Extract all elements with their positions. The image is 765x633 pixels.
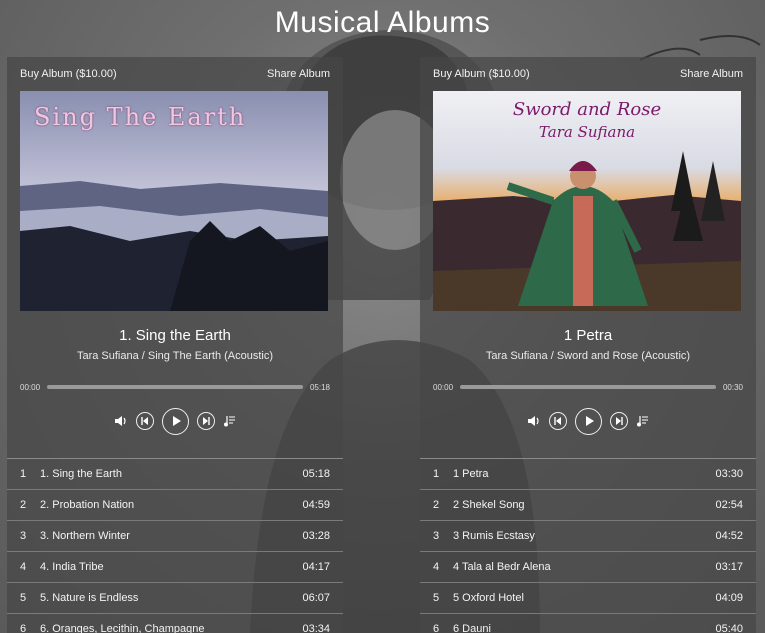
track-row[interactable]: 5 5 Oxford Hotel 04:09 (420, 583, 756, 614)
album-cover: Sing The Earth (20, 91, 328, 311)
previous-track-button[interactable] (549, 412, 567, 430)
track-duration: 04:52 (715, 530, 743, 542)
progress-bar[interactable] (460, 385, 716, 389)
track-row[interactable]: 3 3 Rumis Ecstasy 04:52 (420, 521, 756, 552)
track-row[interactable]: 1 1. Sing the Earth 05:18 (7, 459, 343, 490)
track-name: 2. Probation Nation (40, 499, 135, 511)
time-total: 00:30 (722, 382, 743, 392)
share-album-button[interactable]: Share Album (267, 68, 330, 80)
track-number: 5 (20, 592, 27, 604)
track-number: 6 (20, 623, 27, 633)
now-playing-subtitle: Tara Sufiana / Sword and Rose (Acoustic) (485, 350, 691, 362)
now-playing-title: 1. Sing the Earth (119, 327, 231, 344)
album-cover: Sword and Rose Tara Sufiana (433, 91, 741, 311)
track-duration: 04:17 (302, 561, 330, 573)
track-name: 4 Tala al Bedr Alena (453, 561, 551, 573)
cover-artist-text: Tara Sufiana (538, 123, 636, 141)
track-duration: 04:59 (302, 499, 330, 511)
track-name: 2 Shekel Song (453, 499, 525, 511)
track-duration: 04:09 (715, 592, 743, 604)
track-name: 6. Oranges, Lecithin, Champagne (40, 623, 205, 633)
album-player-sword-and-rose: Buy Album ($10.00) Share Album Sword and… (420, 57, 756, 633)
track-name: 3 Rumis Ecstasy (453, 530, 535, 542)
track-row[interactable]: 4 4 Tala al Bedr Alena 03:17 (420, 552, 756, 583)
time-total: 05:18 (309, 382, 330, 392)
now-playing-title: 1 Petra (563, 327, 613, 344)
track-number: 1 (20, 468, 27, 480)
track-name: 5. Nature is Endless (40, 592, 139, 604)
cover-title-text: Sword and Rose (512, 99, 662, 120)
share-album-button[interactable]: Share Album (680, 68, 743, 80)
next-track-button[interactable] (197, 412, 215, 430)
now-playing-subtitle: Tara Sufiana / Sing The Earth (Acoustic) (76, 350, 274, 362)
track-duration: 05:40 (715, 623, 743, 633)
track-row[interactable]: 1 1 Petra 03:30 (420, 459, 756, 490)
playback-controls (420, 406, 756, 436)
progress-row: 00:00 00:30 (420, 380, 756, 394)
track-row[interactable]: 6 6 Dauni 05:40 (420, 614, 756, 633)
volume-icon[interactable] (114, 415, 128, 427)
track-name: 5 Oxford Hotel (453, 592, 524, 604)
track-row[interactable]: 4 4. India Tribe 04:17 (7, 552, 343, 583)
track-duration: 03:34 (302, 623, 330, 633)
album-player-sing-the-earth: Buy Album ($10.00) Share Album Sing The … (7, 57, 343, 633)
track-number: 4 (433, 561, 440, 573)
track-number: 4 (20, 561, 27, 573)
cover-title-text: Sing The Earth (34, 103, 247, 131)
next-track-button[interactable] (610, 412, 628, 430)
player-header: Buy Album ($10.00) Share Album (420, 57, 756, 91)
track-number: 1 (433, 468, 440, 480)
track-number: 3 (433, 530, 440, 542)
track-number: 3 (20, 530, 27, 542)
track-row[interactable]: 6 6. Oranges, Lecithin, Champagne 03:34 (7, 614, 343, 633)
page-title: Musical Albums (274, 6, 491, 39)
play-button[interactable] (162, 407, 189, 435)
track-number: 5 (433, 592, 440, 604)
volume-icon[interactable] (527, 415, 541, 427)
track-number: 6 (433, 623, 440, 633)
track-list: 1 1. Sing the Earth 05:18 2 2. Probation Na… (7, 458, 343, 633)
playback-controls (7, 406, 343, 436)
play-button[interactable] (575, 407, 602, 435)
track-duration: 03:28 (302, 530, 330, 542)
track-duration: 03:17 (715, 561, 743, 573)
previous-track-button[interactable] (136, 412, 154, 430)
track-number: 2 (20, 499, 27, 511)
track-duration: 05:18 (302, 468, 330, 480)
track-name: 3. Northern Winter (40, 530, 130, 542)
time-current: 00:00 (20, 382, 41, 392)
player-header: Buy Album ($10.00) Share Album (7, 57, 343, 91)
time-current: 00:00 (433, 382, 454, 392)
track-number: 2 (433, 499, 440, 511)
track-row[interactable]: 2 2 Shekel Song 02:54 (420, 490, 756, 521)
progress-bar[interactable] (47, 385, 303, 389)
track-name: 6 Dauni (453, 623, 491, 633)
track-row[interactable]: 5 5. Nature is Endless 06:07 (7, 583, 343, 614)
playlist-icon[interactable] (636, 415, 649, 427)
track-row[interactable]: 3 3. Northern Winter 03:28 (7, 521, 343, 552)
track-row[interactable]: 2 2. Probation Nation 04:59 (7, 490, 343, 521)
track-duration: 06:07 (302, 592, 330, 604)
track-list: 1 1 Petra 03:30 2 2 Shekel Song 02:54 3 3 Rum… (420, 458, 756, 633)
track-duration: 03:30 (715, 468, 743, 480)
playlist-icon[interactable] (223, 415, 236, 427)
buy-album-button[interactable]: Buy Album ($10.00) (20, 68, 117, 80)
track-name: 1. Sing the Earth (40, 468, 122, 480)
track-name: 1 Petra (453, 468, 489, 480)
progress-row: 00:00 05:18 (7, 380, 343, 394)
track-name: 4. India Tribe (40, 561, 104, 573)
buy-album-button[interactable]: Buy Album ($10.00) (433, 68, 530, 80)
track-duration: 02:54 (715, 499, 743, 511)
